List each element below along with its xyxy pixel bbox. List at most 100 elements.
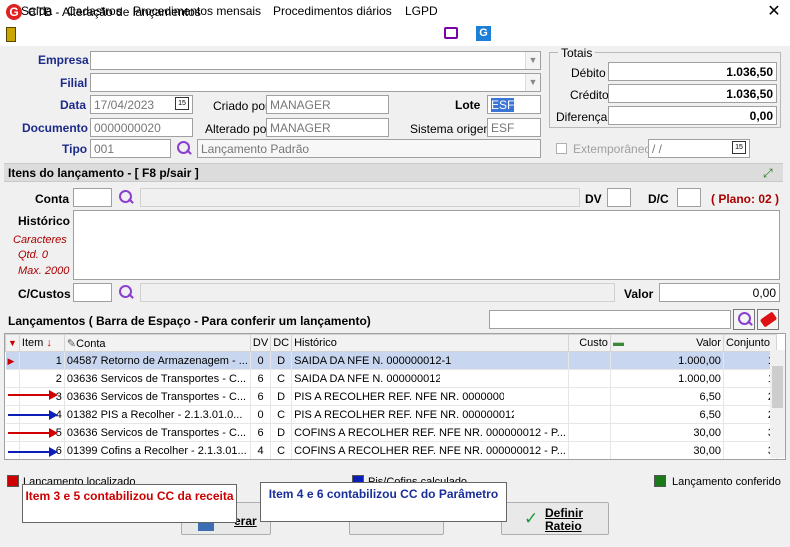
chevron-down-icon[interactable]: ▼: [525, 52, 540, 69]
menu-item-cadastros[interactable]: Cadastros: [67, 4, 122, 18]
dv-input[interactable]: [607, 188, 631, 207]
cell-conta: 03636 Servicos de Transportes - C...: [64, 369, 251, 388]
chevron-down-icon[interactable]: ▼: [525, 74, 540, 91]
close-icon[interactable]: ✕: [764, 2, 784, 22]
calendar-icon[interactable]: 15: [175, 97, 189, 110]
historico-textarea[interactable]: [73, 210, 780, 280]
search-icon[interactable]: [118, 285, 133, 300]
cell-custo: [568, 369, 611, 388]
cell-valor: 1.000,00: [610, 369, 724, 388]
cell-custo: [568, 387, 611, 406]
lancamentos-table: ▼ Item ↓ ✎Conta DV DC Histórico Custo ▬ V…: [5, 334, 777, 459]
ccustos-input[interactable]: [73, 283, 112, 302]
cell-historico: COFINS A RECOLHER REF. NFE NR. 000000012…: [291, 441, 569, 459]
header-conta[interactable]: ✎Conta: [63, 334, 251, 352]
app-logo-icon: G: [6, 4, 22, 20]
empresa-label: Empresa: [38, 53, 89, 67]
credito-value: 1.036,50: [608, 84, 777, 103]
cell-conjunto: 1: [723, 351, 777, 370]
debito-label: Débito: [571, 66, 606, 80]
calendar-icon[interactable]: 15: [732, 141, 746, 154]
header-conta-label: Conta: [76, 337, 106, 350]
header-valor-label: Valor: [696, 337, 721, 349]
cell-valor: 6,50: [610, 387, 724, 406]
extemporaneo-label: Extemporâneo: [573, 142, 652, 156]
max-label: Max. 2000: [18, 265, 70, 277]
table-row[interactable]: 6 01399 Cofins a Recolher - 2.1.3.01... 4 C…: [5, 441, 777, 459]
header-dv[interactable]: DV: [249, 334, 272, 352]
redaction-box: [514, 406, 549, 422]
menu-item-procedimentos-diarios[interactable]: Procedimentos diários: [273, 4, 392, 18]
lote-value: ESF: [491, 98, 515, 112]
extemporaneo-checkbox[interactable]: [556, 143, 567, 154]
caracteres-label: Caracteres: [13, 234, 67, 246]
ccustos-description: [140, 283, 615, 302]
header-historico[interactable]: Histórico: [291, 334, 569, 352]
cell-conjunto: 2: [723, 387, 777, 406]
cell-dc: C: [270, 369, 293, 388]
dc-label: D/C: [648, 192, 669, 206]
cell-indicator: ▶: [5, 351, 20, 370]
definir-rateio-button[interactable]: ✓ Definir Rateio: [501, 502, 609, 535]
red-arrow-head-icon: [49, 390, 58, 400]
search-button[interactable]: [733, 309, 755, 330]
lancamentos-grid[interactable]: ▼ Item ↓ ✎Conta DV DC Histórico Custo ▬ V…: [4, 333, 786, 460]
red-arrow-line: [8, 432, 50, 434]
money-icon: ▬: [612, 337, 624, 349]
annotation-blue: Item 4 e 6 contabilizou CC do Parâmetro: [260, 482, 507, 522]
table-row[interactable]: ▶ 1 04587 Retorno de Armazenagem - ... 0 D SA…: [5, 351, 777, 370]
clear-search-button[interactable]: [757, 309, 779, 330]
qtd-label: Qtd. 0: [18, 249, 48, 261]
monitor-icon[interactable]: [444, 27, 458, 39]
table-row[interactable]: 3 03636 Servicos de Transportes - C... 6 D P…: [5, 387, 777, 406]
cell-valor: 30,00: [610, 441, 724, 459]
check-icon: ✓: [524, 509, 539, 528]
debito-value: 1.036,50: [608, 62, 777, 81]
expand-icon[interactable]: ⤢: [763, 166, 773, 181]
blue-arrow-line: [8, 414, 50, 416]
cell-indicator: [5, 369, 20, 388]
cell-indicator: [5, 387, 20, 406]
table-row[interactable]: 4 01382 PIS a Recolher - 2.1.3.01.0... 0 C P…: [5, 405, 777, 424]
lote-field[interactable]: ESF: [487, 95, 541, 114]
menu-item-lgpd[interactable]: LGPD: [405, 4, 438, 18]
conta-input[interactable]: [73, 188, 112, 207]
menu-item-saida[interactable]: Saída: [21, 4, 52, 18]
grid-scroll-thumb[interactable]: [772, 366, 783, 408]
cell-valor: 30,00: [610, 423, 724, 442]
table-row[interactable]: 5 03636 Servicos de Transportes - C... 6 D C…: [5, 423, 777, 442]
header-indicator: ▼: [5, 334, 20, 352]
cell-historico: COFINS A RECOLHER REF. NFE NR. 000000012…: [291, 423, 569, 442]
exit-door-icon[interactable]: [6, 27, 16, 42]
header-valor[interactable]: ▬ Valor: [609, 334, 724, 352]
g-logo-icon[interactable]: G: [476, 26, 491, 41]
search-icon[interactable]: [118, 190, 133, 205]
redaction-box: [93, 52, 267, 68]
legend-green-swatch: [654, 475, 666, 487]
itens-section-title: Itens do lançamento - [ F8 p/sair ]: [8, 166, 199, 180]
tipo-label: Tipo: [62, 142, 88, 156]
valor-input[interactable]: 0,00: [659, 283, 780, 302]
cell-conta: 04587 Retorno de Armazenagem - ...: [64, 351, 251, 370]
dc-input[interactable]: [677, 188, 701, 207]
plano-label: ( Plano: 02 ): [711, 192, 780, 206]
tipo-field[interactable]: 001: [90, 139, 171, 158]
cell-dv: 6: [250, 369, 272, 388]
menu-bar: [0, 24, 790, 46]
menu-item-procedimentos-mensais[interactable]: Procedimentos mensais: [133, 4, 261, 18]
sort-marker-icon: ▼: [8, 338, 17, 348]
cell-conta: 01382 PIS a Recolher - 2.1.3.01.0...: [64, 405, 251, 424]
cell-dc: D: [270, 387, 293, 406]
criado-por-field: MANAGER: [266, 95, 389, 114]
header-dc[interactable]: DC: [270, 334, 293, 352]
legend-red-swatch: [7, 475, 19, 487]
search-icon[interactable]: [176, 141, 191, 156]
alterado-por-field: MANAGER: [266, 118, 389, 137]
lancamentos-search-input[interactable]: [489, 310, 731, 329]
header-item[interactable]: Item ↓: [18, 334, 65, 352]
cell-dv: 4: [250, 441, 272, 459]
documento-field[interactable]: 0000000020: [90, 118, 193, 137]
header-conjunto[interactable]: Conjunto: [722, 334, 777, 352]
table-row[interactable]: 2 03636 Servicos de Transportes - C... 6 C S…: [5, 369, 777, 388]
header-custo[interactable]: Custo: [567, 334, 611, 352]
